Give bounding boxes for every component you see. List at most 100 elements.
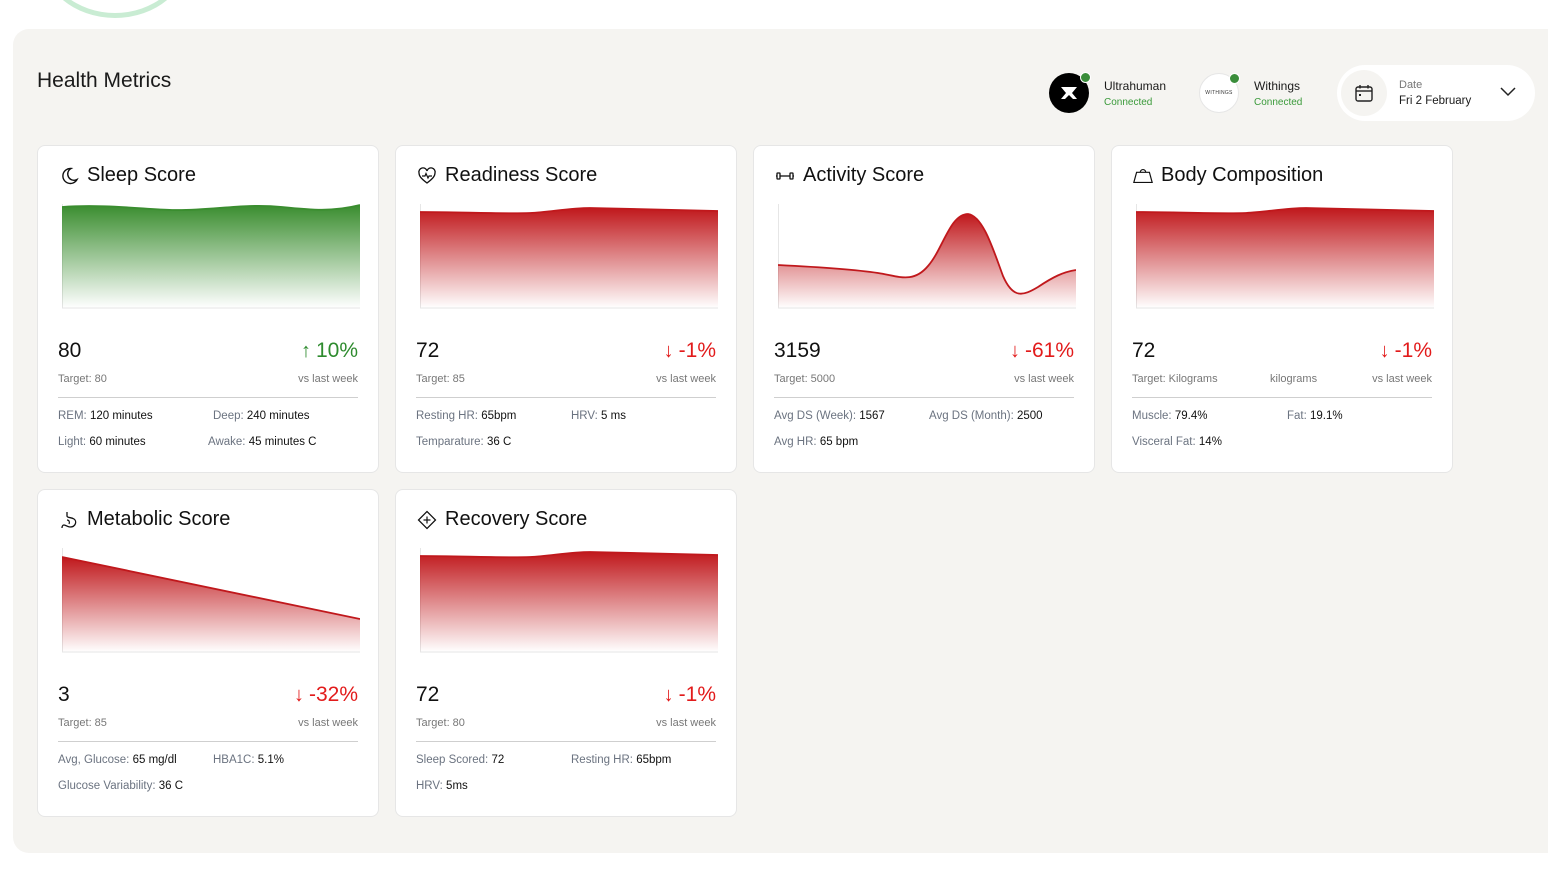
stat-item: Sleep Scored: 72 — [416, 754, 504, 766]
card-title: Body Composition — [1161, 164, 1324, 186]
stat-item: Awake: 45 minutes C — [208, 436, 316, 448]
arrow-down-icon: ↓ — [1379, 339, 1390, 362]
connected-indicator — [1080, 72, 1091, 83]
card-header: Activity Score — [774, 164, 924, 187]
arrow-down-icon: ↓ — [1009, 339, 1020, 362]
stat-value: 45 minutes C — [248, 436, 317, 448]
stat-item: HRV: 5ms — [416, 780, 468, 792]
stat-value: 5 ms — [601, 410, 626, 422]
ultrahuman-logo — [1049, 72, 1091, 113]
stat-label: Fat: — [1287, 410, 1307, 422]
moon-icon — [58, 165, 80, 187]
stat-item: Fat: 19.1% — [1287, 410, 1343, 422]
trend-chart — [420, 548, 718, 653]
card-recovery[interactable]: Recovery Score 72 ↓ -1% Target: 80 vs last we… — [395, 489, 737, 817]
arrow-down-icon: ↓ — [663, 339, 674, 362]
score-value: 80 — [58, 339, 82, 362]
stat-value: 14% — [1198, 436, 1222, 448]
stat-item: Avg, Glucose: 65 mg/dl — [58, 754, 177, 766]
device-status: Connected — [1254, 96, 1303, 108]
device-ultrahuman[interactable]: Ultrahuman Connected — [1049, 72, 1167, 113]
stat-label: Glucose Variability: — [58, 780, 156, 792]
stat-value: 36 C — [158, 780, 184, 792]
stat-label: Awake: — [208, 436, 246, 448]
card-body-composition[interactable]: Body Composition 72 ↓ -1% Target: Kilograms k… — [1111, 145, 1453, 473]
stat-label: Muscle: — [1132, 410, 1172, 422]
stat-value: 65 bpm — [819, 436, 859, 448]
change-value: -32% — [308, 683, 358, 706]
stat-label: HBA1C: — [213, 754, 255, 766]
divider — [58, 397, 358, 398]
divider — [774, 397, 1074, 398]
score-value: 72 — [416, 339, 440, 362]
date-value: Fri 2 February — [1399, 95, 1472, 107]
card-header: Body Composition — [1132, 164, 1323, 187]
trend-chart — [62, 548, 360, 653]
score-value: 3159 — [774, 339, 821, 362]
arrow-down-icon: ↓ — [293, 683, 304, 706]
trend-area — [420, 552, 718, 652]
score-value: 3 — [58, 683, 70, 706]
device-name: Ultrahuman — [1104, 78, 1167, 93]
trend-area — [62, 205, 360, 308]
change-indicator: ↓ -32% — [294, 683, 358, 707]
stat-item: Muscle: 79.4% — [1132, 410, 1207, 422]
card-title: Readiness Score — [445, 164, 598, 186]
device-withings[interactable]: WITHINGS Withings Connected — [1199, 73, 1302, 113]
device-status: Connected — [1104, 96, 1153, 108]
divider — [58, 741, 358, 742]
stat-label: REM: — [58, 410, 87, 422]
calendar-icon — [1341, 70, 1387, 116]
comparison-label: vs last week — [298, 373, 358, 385]
stat-label: Temparature: — [416, 436, 484, 448]
stat-item: Light: 60 minutes — [58, 436, 146, 448]
health-metrics-panel: Health Metrics Ultrahuman Connected WITH… — [13, 29, 1548, 853]
change-indicator: ↓ -1% — [664, 683, 716, 707]
stat-value: 2500 — [1017, 410, 1043, 422]
stat-value: 65bpm — [481, 410, 517, 422]
target-label: Target: 5000 — [774, 373, 836, 385]
stat-item: HRV: 5 ms — [571, 410, 626, 422]
device-name: Withings — [1254, 78, 1301, 93]
stat-label: Visceral Fat: — [1132, 436, 1196, 448]
stat-label: Avg DS (Week): — [774, 410, 857, 422]
change-indicator: ↓ -1% — [1380, 339, 1432, 363]
date-picker[interactable]: Date Fri 2 February — [1337, 65, 1535, 121]
card-header: Sleep Score — [58, 164, 196, 187]
arrow-up-icon: ↑ — [300, 339, 311, 362]
stat-item: Resting HR: 65bpm — [416, 410, 516, 422]
card-metabolic[interactable]: Metabolic Score 3 ↓ -32% Target: 85 vs last w… — [37, 489, 379, 817]
stat-item: Avg DS (Week): 1567 — [774, 410, 885, 422]
card-sleep[interactable]: Sleep Score 80 ↑ 10% Target: 80 vs last week R… — [37, 145, 379, 473]
score-value: 72 — [416, 683, 440, 706]
heart-pulse-icon — [416, 165, 438, 187]
ultrahuman-logo-icon — [1061, 87, 1077, 99]
stat-value: 5ms — [446, 780, 468, 792]
stat-label: HRV: — [416, 780, 443, 792]
comparison-label: vs last week — [1372, 373, 1432, 385]
unit-label: kilograms — [1270, 373, 1318, 385]
trend-chart — [1136, 204, 1434, 309]
trend-chart — [62, 204, 360, 309]
card-title: Activity Score — [803, 164, 925, 186]
progress-ring-decoration — [40, 0, 190, 18]
arrow-down-icon: ↓ — [663, 683, 674, 706]
stat-label: Resting HR: — [416, 410, 478, 422]
scale-icon — [1132, 165, 1154, 187]
card-activity[interactable]: Activity Score 3159 ↓ -61% Target: 5000 vs la… — [753, 145, 1095, 473]
date-label: Date — [1399, 79, 1423, 91]
card-header: Recovery Score — [416, 508, 587, 531]
divider — [416, 741, 716, 742]
stat-label: Resting HR: — [571, 754, 633, 766]
stat-label: Avg DS (Month): — [929, 410, 1014, 422]
change-indicator: ↑ 10% — [301, 339, 358, 363]
target-label: Target: Kilograms — [1132, 373, 1218, 385]
card-readiness[interactable]: Readiness Score 72 ↓ -1% Target: 85 vs last w… — [395, 145, 737, 473]
trend-area — [778, 214, 1076, 308]
stat-item: Resting HR: 65bpm — [571, 754, 671, 766]
stat-value: 60 minutes — [89, 436, 146, 448]
card-header: Readiness Score — [416, 164, 597, 187]
stomach-icon — [58, 509, 80, 531]
stat-item: Glucose Variability: 36 C — [58, 780, 183, 792]
target-label: Target: 85 — [58, 717, 107, 729]
